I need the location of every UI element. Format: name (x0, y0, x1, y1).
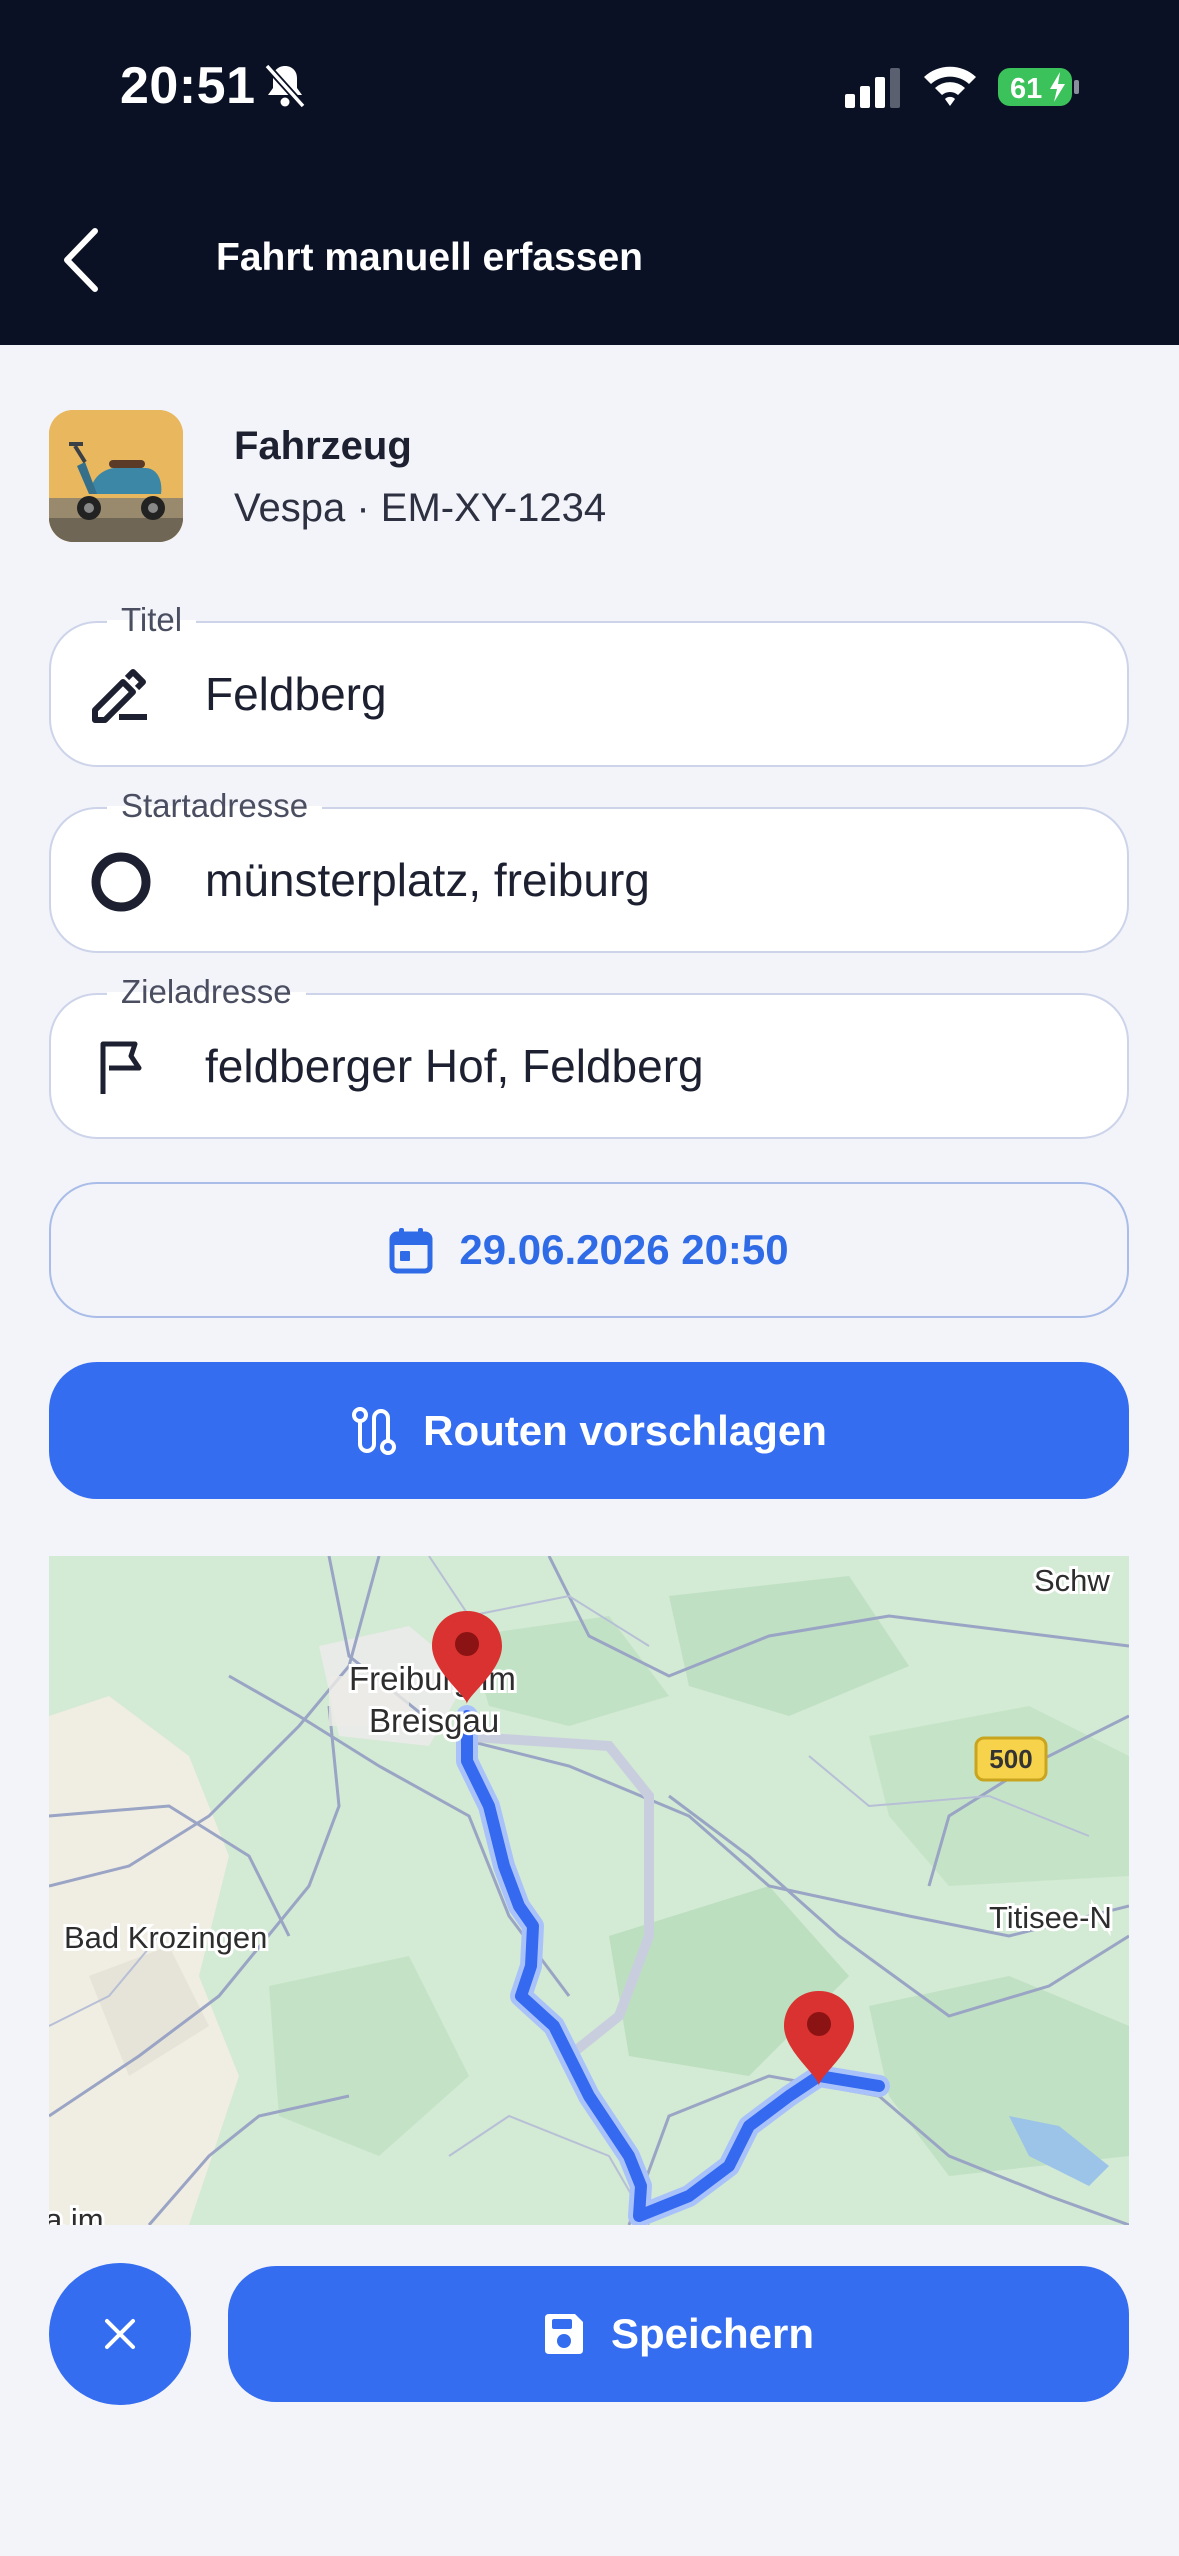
vehicle-avatar (49, 410, 183, 542)
signal-icon (845, 68, 900, 108)
title-field-label: Titel (107, 597, 197, 643)
suggest-routes-label: Routen vorschlagen (423, 1406, 827, 1454)
close-icon (105, 2319, 135, 2349)
page-title: Fahrt manuell erfassen (216, 236, 643, 279)
app-header: 20:51 61 Fahrt manuell erfassen (0, 0, 1179, 345)
circle-icon (91, 852, 151, 912)
map-label-bottom-left: a im (49, 2202, 104, 2225)
map-label-bad-krozingen: Bad Krozingen (64, 1920, 267, 1955)
wifi-icon (924, 66, 976, 106)
route-icon (352, 1406, 397, 1455)
start-address-field[interactable]: Startadresse münsterplatz, freiburg (49, 783, 1129, 953)
route-map[interactable]: 500 Freiburg im Breisgau Bad Krozingen T… (49, 1556, 1129, 2225)
title-field-value: Feldberg (205, 668, 387, 720)
status-time: 20:51 (120, 57, 256, 115)
battery-level: 61 (1010, 73, 1042, 105)
save-icon (544, 2314, 583, 2354)
flag-icon (100, 1041, 142, 1094)
pen-icon (92, 669, 147, 723)
title-field[interactable]: Titel Feldberg (49, 597, 1129, 767)
map-label-freiburg-2: Breisgau (369, 1702, 499, 1739)
save-button[interactable]: Speichern (228, 2266, 1129, 2402)
save-label: Speichern (610, 2310, 815, 2357)
back-chevron-icon[interactable] (55, 225, 105, 295)
destination-address-field[interactable]: Zieladresse feldberger Hof, Feldberg (49, 969, 1129, 1139)
calendar-icon (389, 1228, 433, 1274)
bell-slash-icon (264, 63, 306, 109)
destination-address-value: feldberger Hof, Feldberg (205, 1040, 704, 1092)
suggest-routes-button[interactable]: Routen vorschlagen (49, 1362, 1129, 1499)
map-label-schw: Schw (1034, 1563, 1110, 1598)
destination-address-label: Zieladresse (107, 969, 306, 1015)
date-time-button[interactable]: 29.06.2026 20:50 (49, 1182, 1129, 1318)
road-500-label: 500 (989, 1744, 1032, 1774)
battery-icon: 61 (998, 68, 1079, 106)
map-label-titisee: Titisee-N (989, 1900, 1112, 1935)
date-time-label: 29.06.2026 20:50 (459, 1226, 789, 1273)
close-button[interactable] (49, 2263, 191, 2405)
vehicle-value: Vespa · EM-XY-1234 (234, 486, 607, 530)
start-address-value: münsterplatz, freiburg (205, 854, 650, 906)
vehicle-label: Fahrzeug (234, 424, 412, 468)
start-address-label: Startadresse (107, 783, 323, 829)
